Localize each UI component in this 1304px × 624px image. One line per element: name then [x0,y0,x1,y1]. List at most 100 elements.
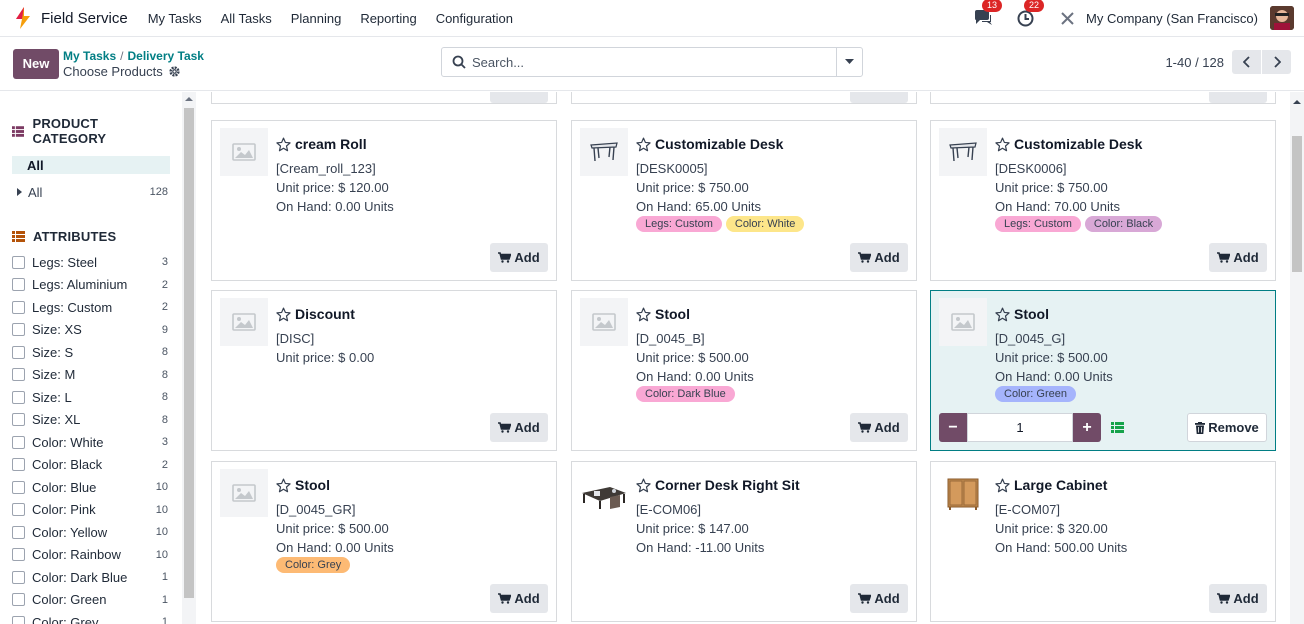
gear-icon[interactable] [168,65,181,78]
checkbox[interactable] [12,390,25,404]
add-button[interactable]: Add [490,413,548,442]
sidebar-scroll-thumb[interactable] [184,108,194,598]
attribute-filter-item[interactable]: Color: Blue 10 [12,476,170,499]
quantity-input[interactable] [967,413,1073,442]
checkbox[interactable] [12,503,25,517]
main-scrollbar[interactable] [1290,92,1304,624]
menu-my-tasks[interactable]: My Tasks [148,11,202,26]
product-card[interactable]: cream Roll [Cream_roll_123] Unit price: $ … [211,120,557,281]
decrease-qty-button[interactable]: − [939,413,967,442]
star-icon[interactable] [995,478,1010,493]
add-button[interactable]: Add [1209,584,1267,613]
increase-qty-button[interactable]: + [1073,413,1101,442]
checkbox[interactable] [12,300,25,314]
star-icon[interactable] [276,137,291,152]
attribute-filter-item[interactable]: Size: XS 9 [12,319,170,342]
checkbox[interactable] [12,548,25,562]
add-button[interactable]: Add [850,584,908,613]
scroll-up-icon[interactable] [1290,92,1304,112]
checkbox[interactable] [12,255,25,269]
search-input[interactable] [472,54,836,70]
checkbox[interactable] [12,435,25,449]
checkbox[interactable] [12,368,25,382]
checkbox[interactable] [12,570,25,584]
checkbox[interactable] [12,525,25,539]
product-card[interactable]: Stool [D_0045_G] Unit price: $ 500.00 On Ha… [930,290,1276,451]
star-icon[interactable] [995,307,1010,322]
star-icon[interactable] [276,478,291,493]
list-view-icon[interactable] [1111,422,1124,433]
product-card[interactable]: Stool [D_0045_B] Unit price: $ 500.00 On Ha… [571,290,917,451]
product-card[interactable]: Customizable Desk [DESK0006] Unit price: $… [930,120,1276,281]
pager-value[interactable]: 1-40 / 128 [1165,55,1224,70]
checkbox[interactable] [12,345,25,359]
star-icon[interactable] [636,478,651,493]
add-button[interactable]: Add [490,584,548,613]
breadcrumb-my-tasks[interactable]: My Tasks [63,49,116,63]
attribute-filter-item[interactable]: Size: S 8 [12,341,170,364]
tag-list: Color: Dark Blue [636,386,908,402]
attribute-filter-item[interactable]: Color: Grey 1 [12,611,170,624]
attribute-filter-item[interactable]: Size: L 8 [12,386,170,409]
product-card[interactable]: Stool [D_0045_GR] Unit price: $ 500.00 On H… [211,461,557,622]
attribute-filter-item[interactable]: Legs: Aluminium 2 [12,274,170,297]
main-scroll-thumb[interactable] [1292,136,1302,272]
checkbox[interactable] [12,278,25,292]
checkbox[interactable] [12,593,25,607]
add-button-partial[interactable] [850,92,908,103]
product-card[interactable]: Customizable Desk [DESK0005] Unit price: $… [571,120,917,281]
company-switcher[interactable]: My Company (San Francisco) [1086,11,1258,26]
category-all-selected[interactable]: All [12,156,170,174]
attribute-filter-item[interactable]: Size: M 8 [12,364,170,387]
product-card[interactable]: Large Cabinet [E-COM07] Unit price: $ 320.… [930,461,1276,622]
attribute-filter-item[interactable]: Color: Dark Blue 1 [12,566,170,589]
app-name[interactable]: Field Service [41,10,128,27]
add-button[interactable]: Add [850,413,908,442]
product-info: Corner Desk Right Sit [E-COM06] Unit price… [636,475,908,557]
attribute-filter-item[interactable]: Color: Rainbow 10 [12,544,170,567]
attribute-filter-item[interactable]: Legs: Steel 3 [12,251,170,274]
attribute-filter-item[interactable]: Legs: Custom 2 [12,296,170,319]
attribute-filter-item[interactable]: Color: Yellow 10 [12,521,170,544]
add-button-partial[interactable] [1209,92,1267,103]
star-icon[interactable] [995,137,1010,152]
star-icon[interactable] [276,307,291,322]
field-service-logo-icon[interactable] [14,7,32,29]
category-item-all[interactable]: All 128 [12,184,170,200]
attribute-filter-item[interactable]: Size: XL 8 [12,409,170,432]
attribute-filter-item[interactable]: Color: White 3 [12,431,170,454]
pager-previous-button[interactable] [1232,50,1261,74]
attribute-filter-item[interactable]: Color: Pink 10 [12,499,170,522]
product-card[interactable]: Corner Desk Right Sit [E-COM06] Unit price… [571,461,917,622]
breadcrumb-delivery-task[interactable]: Delivery Task [127,49,204,63]
checkbox[interactable] [12,458,25,472]
menu-planning[interactable]: Planning [291,11,342,26]
remove-button[interactable]: Remove [1187,413,1267,442]
attribute-filter-item[interactable]: Color: Green 1 [12,589,170,612]
attribute-tag: Legs: Custom [636,216,722,232]
activities-button[interactable]: 22 [1014,0,1045,29]
add-button[interactable]: Add [850,243,908,272]
scroll-up-icon[interactable] [182,94,196,104]
product-card[interactable]: Discount [DISC] Unit price: $ 0.00 Add [211,290,557,451]
checkbox[interactable] [12,323,25,337]
checkbox[interactable] [12,615,25,624]
add-button[interactable]: Add [1209,243,1267,272]
add-button-partial[interactable] [490,92,548,103]
checkbox[interactable] [12,480,25,494]
star-icon[interactable] [636,137,651,152]
user-avatar[interactable] [1270,6,1294,30]
add-button[interactable]: Add [490,243,548,272]
checkbox[interactable] [12,413,25,427]
menu-reporting[interactable]: Reporting [360,11,416,26]
attribute-filter-item[interactable]: Color: Black 2 [12,454,170,477]
pager-next-button[interactable] [1262,50,1291,74]
menu-all-tasks[interactable]: All Tasks [221,11,272,26]
new-button[interactable]: New [13,48,59,79]
messages-button[interactable]: 13 [972,0,1003,29]
star-icon[interactable] [636,307,651,322]
sidebar-scrollbar[interactable] [182,92,196,624]
tools-button[interactable] [1056,7,1078,29]
search-options-toggle[interactable] [836,48,862,76]
menu-configuration[interactable]: Configuration [436,11,513,26]
